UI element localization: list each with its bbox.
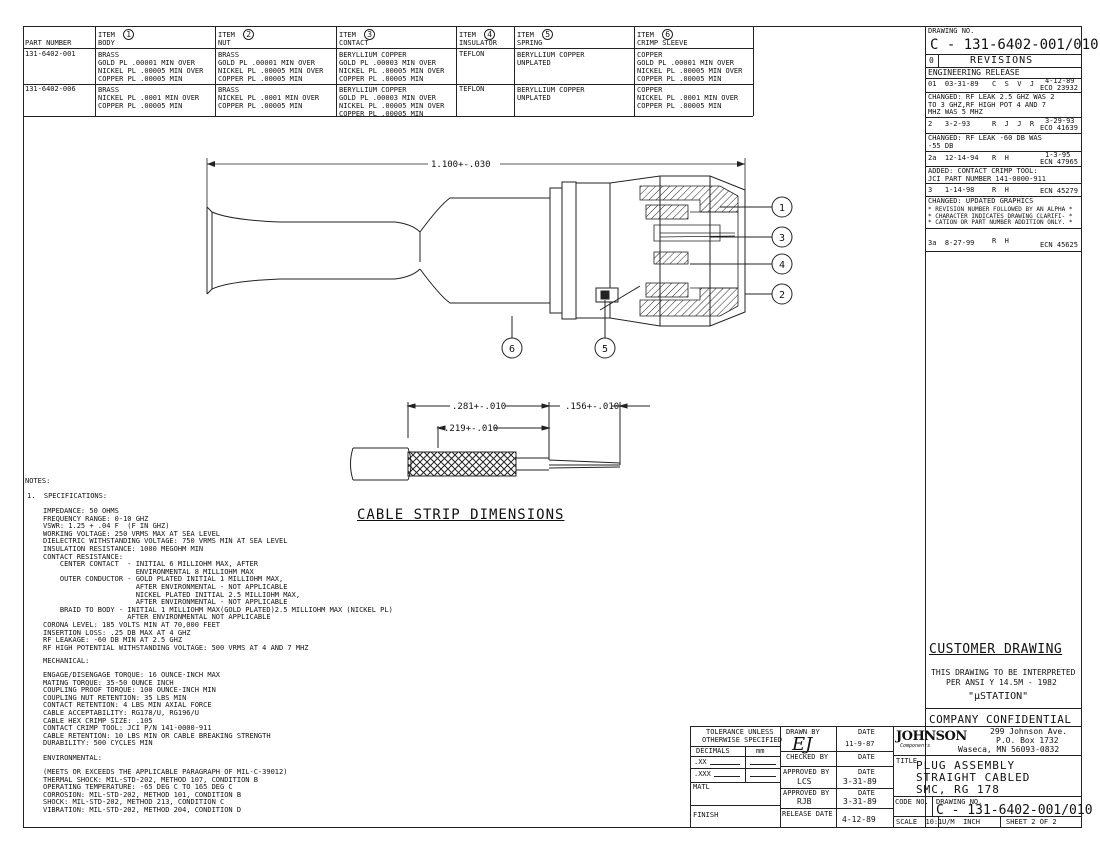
company-confidential-label: COMPANY CONFIDENTIAL — [929, 713, 1072, 726]
revision-initials: R H — [992, 186, 1009, 194]
revision-ecn: ECN 47965 — [1040, 158, 1078, 166]
company-address-3: Waseca, MN 56093-0832 — [958, 745, 1060, 754]
balloon-label-5: 5 — [602, 344, 608, 355]
revision-entry: 2a 12-14-94 — [928, 154, 979, 162]
mechanical-list: ENGAGE/DISENGAGE TORQUE: 16 OUNCE-INCH M… — [43, 671, 271, 748]
company-logo-sub: Components — [900, 743, 931, 749]
drawing-title-3: SMC, RG 178 — [916, 783, 1000, 796]
approved-by-label: APPROVED BY — [783, 768, 830, 776]
date-label: DATE — [858, 728, 875, 736]
revision-initials: R H — [992, 237, 1009, 245]
tolerance-label-2: OTHERWISE SPECIFIED — [702, 736, 783, 744]
revisions-header: REVISIONS — [970, 55, 1034, 66]
strip-dim-b: .219+-.010 — [444, 424, 498, 434]
revision-col-label: 0 — [929, 56, 934, 65]
balloon-label-6: 6 — [509, 344, 515, 355]
revision-initials: C S V J — [992, 80, 1035, 88]
interpretation-note: THIS DRAWING TO BE INTERPRETED — [931, 668, 1076, 677]
balloon-label-4: 4 — [779, 260, 785, 271]
date-label: DATE — [858, 789, 875, 797]
approved-by-2: RJB — [797, 797, 812, 806]
customer-drawing-title: CUSTOMER DRAWING — [929, 642, 1063, 657]
strip-dim-a: .281+-.010 — [452, 402, 506, 412]
item-balloons — [501, 196, 793, 359]
revision-change-text: ADDED: CONTACT CRIMP TOOL: JCI PART NUMB… — [928, 167, 1047, 183]
overall-length-dimension: 1.100+-.030 — [206, 158, 746, 210]
revision-change-text: CHANGED: RF LEAK 2.5 GHZ WAS 2 TO 3 GHZ,… — [928, 93, 1055, 116]
specifications-heading: 1. SPECIFICATIONS: — [27, 492, 108, 500]
material-label: MATL — [693, 783, 710, 791]
revision-initials: R J J R — [992, 120, 1035, 128]
drawing-title-2: STRAIGHT CABLED — [916, 771, 1031, 784]
company-address-2: P.O. Box 1732 — [996, 736, 1059, 745]
code-number-label: CODE NO. — [895, 798, 929, 806]
revision-change-text: CHANGED: UPDATED GRAPHICS — [928, 197, 1034, 205]
balloon-label-2: 2 — [779, 290, 785, 301]
company-address-1: 299 Johnson Ave. — [990, 727, 1068, 736]
drawing-number-top: C - 131-6402-001/010 — [930, 37, 1099, 53]
revision-entry: 2 3-2-93 — [928, 120, 971, 128]
decimals-label: DECIMALS — [696, 747, 730, 755]
approved-date-2: 3-31-89 — [843, 797, 877, 806]
finish-label: FINISH — [693, 811, 719, 819]
revision-entry: 01 03-31-89 — [928, 80, 979, 88]
xxx-tolerance-label: .XXX — [694, 770, 711, 778]
ansi-standard-note: PER ANSI Y 14.5M - 1982 — [946, 678, 1057, 687]
revision-ecn: ECN 45279 — [1040, 187, 1078, 195]
date-label: DATE — [858, 753, 875, 761]
crimp-sleeve — [206, 197, 551, 304]
specifications-list: IMPEDANCE: 50 OHMS FREQUENCY RANGE: 0-10… — [43, 507, 393, 652]
spring-detail — [595, 285, 641, 311]
nut-section-hatching — [639, 185, 739, 317]
revision-entry: 3 1-14-98 — [928, 186, 975, 194]
balloon-label-3: 3 — [779, 233, 785, 244]
overall-length-label: 1.100+-.030 — [431, 160, 491, 170]
company-logo: JOHNSON — [896, 729, 967, 744]
approved-date-1: 3-31-89 — [843, 777, 877, 786]
drawing-sheet: PART NUMBER ITEM 1 BODY ITEM 2 NUT ITEM … — [0, 0, 1100, 850]
environmental-list: (MEETS OR EXCEEDS THE APPLICABLE PARAGRA… — [43, 768, 288, 814]
balloon-label-1: 1 — [779, 203, 785, 214]
release-date: 4-12-89 — [842, 815, 876, 824]
mm-label: mm — [756, 747, 765, 755]
drawing-number-label: DRAWING NO. — [928, 27, 975, 35]
release-date-label: RELEASE DATE — [782, 810, 833, 818]
approved-by-label: APPROVED BY — [783, 789, 830, 797]
revision-ecn: ECN 45625 — [1040, 241, 1078, 249]
sheet-label: SHEET 2 OF 2 — [1006, 818, 1057, 826]
revision-entry: 3a 8-27-99 — [928, 239, 975, 247]
drawn-date: 11-9-87 — [845, 740, 875, 748]
revision-clarification-note: * REVISION NUMBER FOLLOWED BY AN ALPHA *… — [928, 206, 1073, 226]
revision-change-text: CHANGED: RF LEAK -60 DB WAS -55 DB — [928, 134, 1042, 150]
checked-by-label: CHECKED BY — [786, 753, 829, 761]
tolerance-label: TOLERANCE UNLESS — [706, 728, 774, 736]
mechanical-heading: MECHANICAL: — [43, 657, 90, 665]
title-label: TITLE — [896, 757, 918, 765]
xx-tolerance-label: .XX — [694, 758, 707, 766]
strip-dim-c: .156+-.010 — [565, 402, 619, 412]
cable-strip-dimension-labels: .281+-.010 .219+-.010 .156+-.010 — [444, 402, 619, 434]
notes-heading: NOTES: — [25, 477, 51, 485]
approved-by-1: LCS — [797, 777, 812, 786]
drawing-title-1: PLUG ASSEMBLY — [916, 759, 1016, 772]
date-label: DATE — [858, 768, 875, 776]
revision-ecn: ECO 41639 — [1040, 124, 1078, 132]
revision-ecn: ECO 23932 — [1040, 84, 1078, 92]
station-label: "μSTATION" — [968, 691, 1029, 702]
environmental-heading: ENVIRONMENTAL: — [43, 754, 103, 762]
cable-strip-drawing — [350, 402, 650, 481]
units-label: U/M INCH — [942, 818, 980, 826]
scale-label: SCALE 10:1 — [896, 818, 943, 826]
engineering-release-label: ENGINEERING RELEASE — [928, 68, 1020, 77]
revision-initials: R H — [992, 154, 1009, 162]
